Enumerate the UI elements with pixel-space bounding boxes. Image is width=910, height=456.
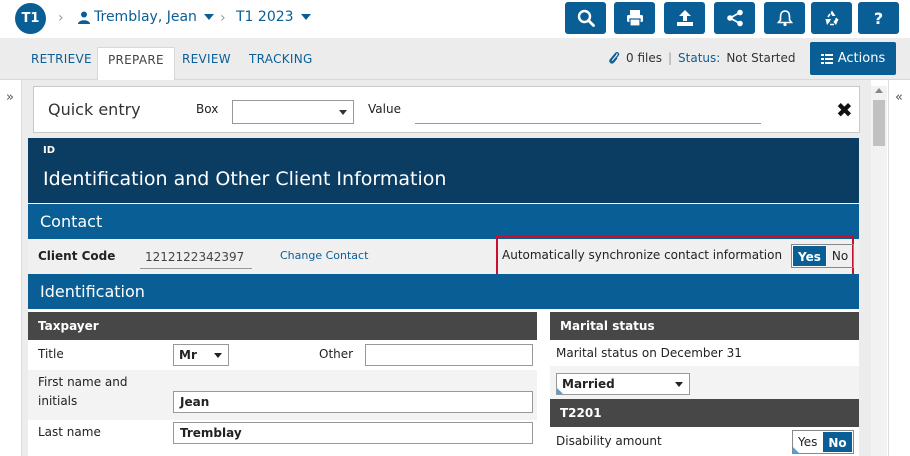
other-label: Other [319, 347, 354, 361]
sync-no-option[interactable]: No [827, 245, 853, 267]
identification-section-header: Identification [28, 274, 859, 309]
tab-prepare[interactable]: PREPARE [97, 47, 175, 80]
right-panel-toggle[interactable]: « [888, 80, 910, 456]
share-icon [726, 9, 743, 27]
form-code: ID [43, 145, 56, 156]
last-name-input[interactable]: Tremblay [173, 422, 533, 444]
tax-year: T1 2023 [236, 9, 294, 25]
first-name-row: First name and initials Jean [28, 370, 537, 420]
title-row: Title Mr Other [28, 340, 537, 370]
sync-label: Automatically synchronize contact inform… [502, 248, 783, 262]
bell-icon [776, 10, 793, 27]
close-icon[interactable]: ✖ [836, 98, 853, 122]
marital-dec31-label: Marital status on December 31 [556, 346, 742, 360]
search-icon [577, 9, 595, 27]
tab-review[interactable]: REVIEW [182, 48, 231, 80]
client-name: Tremblay, Jean [94, 9, 197, 25]
t2201-header: T2201 [550, 399, 859, 427]
vertical-scrollbar[interactable] [871, 86, 887, 456]
files-count[interactable]: 0 files [626, 51, 662, 65]
last-name-label: Last name [38, 425, 101, 439]
disability-yes-option[interactable]: Yes [793, 431, 822, 453]
actions-label: Actions [837, 51, 886, 66]
paperclip-icon[interactable] [608, 51, 620, 65]
list-icon [820, 53, 833, 64]
contact-section-header: Contact [28, 204, 859, 239]
tax-year-selector[interactable]: T1 2023 [236, 9, 311, 25]
first-name-input[interactable]: Jean [173, 391, 533, 413]
left-panel-toggle[interactable]: » [0, 80, 22, 456]
quick-entry-title: Quick entry [48, 100, 141, 119]
marital-status-select[interactable]: Married [556, 373, 690, 395]
title-select[interactable]: Mr [173, 344, 229, 366]
scroll-thumb[interactable] [873, 100, 885, 146]
status-label: Status: [678, 51, 721, 65]
double-chevron-left-icon[interactable]: « [895, 90, 903, 105]
scroll-up-icon[interactable] [875, 88, 883, 93]
share-button[interactable] [714, 2, 755, 34]
tab-retrieve[interactable]: RETRIEVE [31, 48, 92, 80]
top-bar: T1 › Tremblay, Jean › T1 2023 ? [0, 0, 910, 38]
help-button[interactable]: ? [858, 2, 899, 34]
help-icon: ? [873, 8, 884, 28]
status-value: Not Started [726, 51, 796, 65]
form-header: ID Identification and Other Client Infor… [28, 138, 859, 203]
chevron-right-icon: › [58, 10, 64, 26]
print-button[interactable] [614, 2, 655, 34]
sync-toggle[interactable]: Yes No [791, 244, 855, 268]
title-label: Title [38, 347, 64, 361]
change-contact-link[interactable]: Change Contact [280, 249, 368, 262]
tab-tracking[interactable]: TRACKING [249, 48, 313, 80]
user-icon [78, 11, 90, 24]
other-title-input[interactable] [365, 344, 533, 366]
form-title: Identification and Other Client Informat… [43, 168, 447, 190]
disability-no-option[interactable]: No [822, 431, 853, 453]
value-label: Value [368, 102, 401, 116]
client-code-label: Client Code [38, 249, 116, 263]
actions-button[interactable]: Actions [810, 42, 896, 75]
double-chevron-right-icon[interactable]: » [6, 90, 14, 105]
disability-toggle[interactable]: Yes No [792, 430, 854, 454]
form-panel: ID Identification and Other Client Infor… [28, 138, 859, 456]
contact-row: Client Code 1212122342397 Change Contact… [28, 235, 859, 279]
tab-bar: RETRIEVE PREPARE REVIEW TRACKING 0 files… [0, 38, 910, 80]
taxpayer-header: Taxpayer [28, 312, 537, 340]
sync-yes-option[interactable]: Yes [792, 245, 827, 267]
upload-button[interactable] [664, 2, 705, 34]
return-type-badge: T1 [15, 3, 46, 34]
separator: | [667, 51, 673, 65]
value-input[interactable] [415, 100, 761, 124]
last-name-row: Last name Tremblay [28, 420, 537, 456]
upload-icon [676, 10, 693, 26]
notifications-button[interactable] [764, 2, 805, 34]
caret-down-icon [300, 14, 311, 20]
first-name-label: First name and initials [38, 375, 128, 408]
chevron-right-icon: › [220, 10, 226, 26]
recycle-button[interactable] [811, 2, 852, 34]
search-button[interactable] [565, 2, 606, 34]
client-selector[interactable]: Tremblay, Jean [78, 9, 214, 25]
box-select[interactable] [232, 100, 354, 124]
caret-down-icon [203, 14, 214, 20]
client-code-field[interactable]: 1212122342397 [140, 247, 252, 269]
box-label: Box [196, 102, 219, 116]
recycle-icon [825, 10, 838, 26]
quick-entry-bar: Quick entry Box Value ✖ [33, 86, 860, 133]
marital-status-header: Marital status [550, 312, 859, 340]
print-icon [626, 10, 643, 27]
main-content: Quick entry Box Value ✖ ID Identificatio… [22, 80, 871, 456]
files-status: 0 files | Status: Not Started [608, 51, 795, 65]
disability-label: Disability amount [556, 434, 662, 448]
